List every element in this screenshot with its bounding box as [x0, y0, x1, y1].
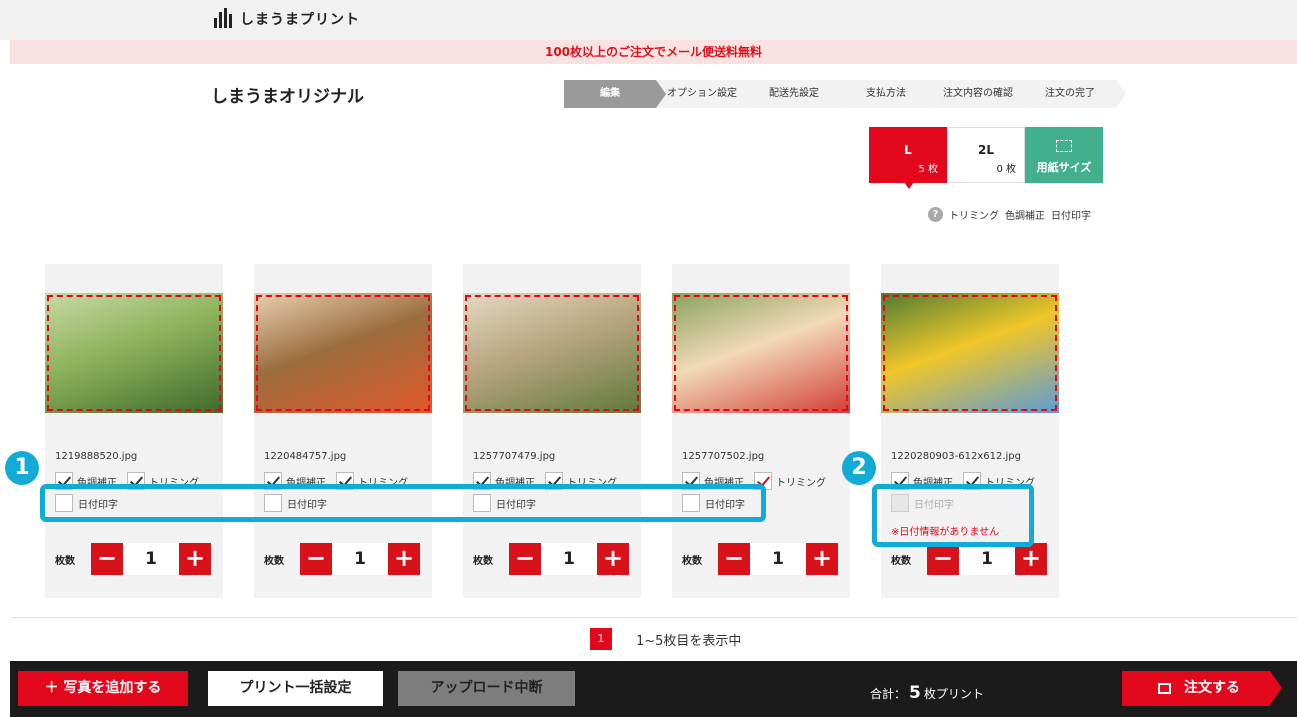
step-edit: 編集 [564, 80, 666, 108]
step-confirm: 注文内容の確認 [932, 80, 1034, 108]
trim-frame [674, 295, 848, 411]
help-icon[interactable]: ? [928, 207, 943, 222]
increase-button[interactable]: + [388, 543, 420, 575]
photo-filename: 1257707479.jpg [473, 451, 556, 462]
order-label: 注文する [1184, 680, 1240, 696]
step-shipping: 配送先設定 [748, 80, 850, 108]
size-tab-count: 5 枚 [918, 164, 938, 175]
decrease-button[interactable]: − [300, 543, 332, 575]
size-tab-name: 2L [978, 143, 994, 157]
qty-value[interactable]: 1 [541, 543, 597, 575]
qty-label: 枚数 [682, 555, 702, 567]
add-photo-button[interactable]: ＋ 写真を追加する [18, 671, 188, 706]
photo-card: 1220484757.jpg 色調補正 トリミング 日付印字 枚数 − 1 + [254, 264, 432, 598]
photo-thumbnail[interactable] [881, 293, 1059, 413]
divider [10, 617, 1297, 618]
qty-label: 枚数 [473, 555, 493, 567]
qty-label: 枚数 [55, 555, 75, 567]
legend-trim: トリミング [949, 211, 999, 222]
page-button[interactable]: 1 [590, 628, 612, 650]
paper-size-label: 用紙サイズ [1036, 161, 1092, 174]
step-options: オプション設定 [656, 80, 758, 108]
photo-filename: 1220484757.jpg [264, 451, 347, 462]
increase-button[interactable]: + [1015, 543, 1047, 575]
logo[interactable]: しまうまプリント [212, 8, 360, 30]
trim-frame [883, 295, 1057, 411]
qty-label: 枚数 [891, 555, 911, 567]
increase-button[interactable]: + [597, 543, 629, 575]
paper-size-button[interactable]: 用紙サイズ [1025, 127, 1103, 183]
trimming-label: トリミング [776, 477, 826, 489]
trim-frame [47, 295, 221, 411]
callout-box-1 [40, 484, 766, 522]
step-complete: 注文の完了 [1024, 80, 1126, 108]
qty-value[interactable]: 1 [750, 543, 806, 575]
footer-bar: ＋ 写真を追加する プリント一括設定 アップロード中断 合計： 5 枚プリント 注文… [10, 661, 1297, 717]
total-prefix: 合計： [870, 687, 907, 701]
photo-card: 1257707479.jpg 色調補正 トリミング 日付印字 枚数 − 1 + [463, 264, 641, 598]
logo-icon [212, 8, 234, 30]
total-suffix: 枚プリント [923, 687, 984, 701]
photo-filename: 1219888520.jpg [55, 451, 138, 462]
decrease-button[interactable]: − [718, 543, 750, 575]
page-title: しまうまオリジナル [211, 87, 364, 107]
photo-thumbnail[interactable] [254, 293, 432, 413]
photo-thumbnail[interactable] [463, 293, 641, 413]
option-legend: ? トリミング 色調補正 日付印字 [928, 207, 1091, 222]
size-tab-l[interactable]: L 5 枚 [869, 127, 947, 189]
top-bar: しまうまプリント [0, 0, 1297, 40]
photo-card: 1220280903-612x612.jpg 色調補正 トリミング 日付印字 ※… [881, 264, 1059, 598]
photo-thumbnail[interactable] [45, 293, 223, 413]
bulk-settings-button[interactable]: プリント一括設定 [208, 671, 383, 706]
trim-frame [256, 295, 430, 411]
photo-thumbnail[interactable] [672, 293, 850, 413]
decrease-button[interactable]: − [927, 543, 959, 575]
step-payment: 支払方法 [840, 80, 942, 108]
qty-label: 枚数 [264, 555, 284, 567]
size-tab-2l[interactable]: 2L 0 枚 [947, 127, 1025, 183]
total-summary: 合計： 5 枚プリント [870, 683, 984, 703]
photo-filename: 1257707502.jpg [682, 451, 765, 462]
photo-filename: 1220280903-612x612.jpg [891, 451, 1021, 462]
paper-icon [1056, 140, 1072, 152]
page-info: 1~5枚目を表示中 [636, 633, 742, 649]
stop-upload-button[interactable]: アップロード中断 [398, 671, 575, 706]
image-icon [1158, 683, 1171, 694]
logo-text: しまうまプリント [240, 12, 360, 28]
total-count: 5 [909, 683, 921, 703]
legend-color: 色調補正 [1005, 211, 1045, 222]
pagination: 1 1~5枚目を表示中 [590, 628, 741, 650]
increase-button[interactable]: + [806, 543, 838, 575]
callout-badge-1: 1 [5, 451, 39, 485]
photo-card: 1257707502.jpg 色調補正 トリミング 日付印字 枚数 − 1 + [672, 264, 850, 598]
qty-value[interactable]: 1 [123, 543, 179, 575]
photo-card: 1219888520.jpg 色調補正 トリミング 日付印字 枚数 − 1 + [45, 264, 223, 598]
order-steps: 編集 オプション設定 配送先設定 支払方法 注文内容の確認 注文の完了 [564, 80, 1126, 108]
size-tabs: L 5 枚 2L 0 枚 用紙サイズ [869, 127, 1103, 189]
trim-frame [465, 295, 639, 411]
qty-value[interactable]: 1 [959, 543, 1015, 575]
increase-button[interactable]: + [179, 543, 211, 575]
legend-date: 日付印字 [1051, 211, 1091, 222]
qty-value[interactable]: 1 [332, 543, 388, 575]
decrease-button[interactable]: − [509, 543, 541, 575]
promo-banner: 100枚以上のご注文でメール便送料無料 [10, 40, 1297, 64]
size-tab-name: L [904, 143, 912, 157]
callout-box-2 [872, 484, 1034, 547]
size-tab-count: 0 枚 [996, 164, 1016, 175]
callout-badge-2: 2 [842, 451, 876, 485]
decrease-button[interactable]: − [91, 543, 123, 575]
order-button[interactable]: 注文する [1122, 671, 1282, 706]
